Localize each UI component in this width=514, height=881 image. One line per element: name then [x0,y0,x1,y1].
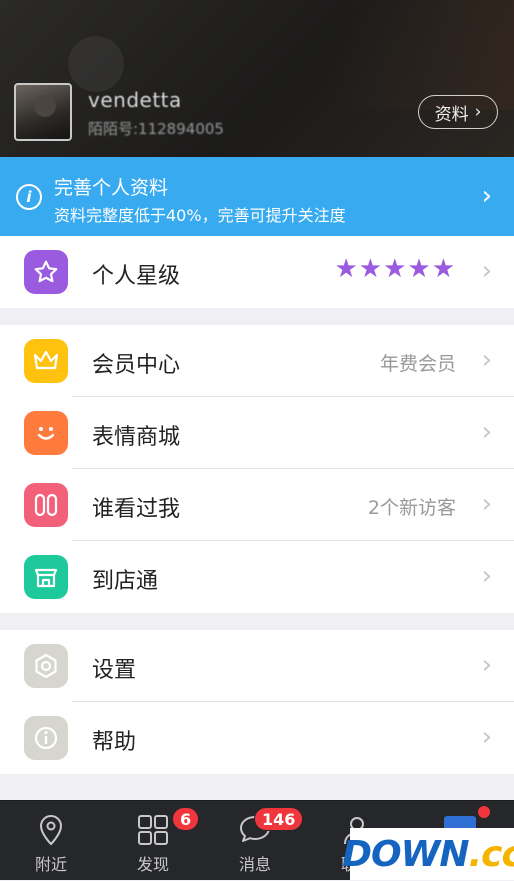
menu-item-label: 个人星级 [92,264,181,289]
info-icon [24,716,68,760]
menu-group-rating: 个人星级 ★★★★★ › [0,236,514,308]
rating-stars: ★★★★★ [334,254,456,284]
chevron-right-icon: › [481,489,492,519]
chevron-right-icon: › [481,417,492,447]
profile-header: vendetta 陌陌号:112894005 资料 › [0,0,514,157]
chevron-right-icon: › [481,722,492,752]
banner-subtitle: 资料完整度低于40%，完善可提升关注度 [54,206,346,225]
account-number: 陌陌号:112894005 [88,120,224,138]
tab-label: 发现 [136,855,169,874]
star-icon [24,250,68,294]
menu-item-visitors[interactable]: 谁看过我 2个新访客 › [0,469,514,541]
watermark-suffix: .cc [468,833,514,875]
background-decoration [330,0,514,110]
info-icon: i [16,184,42,210]
watermark-text: DOWN [342,833,469,875]
menu-item-label: 会员中心 [92,353,181,378]
gear-icon [24,644,68,688]
tab-nearby[interactable]: 附近 [0,801,102,881]
menu-item-label: 谁看过我 [92,497,181,522]
menu-item-label: 设置 [92,658,137,683]
profile-button[interactable]: 资料 › [418,95,498,129]
chevron-right-icon: › [481,650,492,680]
store-icon [24,555,68,599]
location-pin-icon [39,815,63,846]
menu-item-rating[interactable]: 个人星级 ★★★★★ › [0,236,514,308]
background-decoration [68,36,124,92]
tab-label: 消息 [238,855,271,874]
menu-item-member-center[interactable]: 会员中心 年费会员 › [0,325,514,397]
chevron-right-icon: › [481,181,492,211]
chevron-right-icon: › [474,102,482,122]
menu-item-help[interactable]: 帮助 › [0,702,514,774]
crown-icon [24,339,68,383]
discover-badge: 6 [172,807,200,831]
avatar[interactable] [14,83,72,141]
username: vendetta [88,88,182,112]
chevron-right-icon: › [481,345,492,375]
complete-profile-banner[interactable]: i 完善个人资料 资料完整度低于40%，完善可提升关注度 › [0,157,514,236]
new-visitors-count: 2个新访客 [367,497,456,519]
menu-item-label: 帮助 [92,730,137,755]
menu-item-store-pass[interactable]: 到店通 › [0,541,514,613]
menu-item-sticker-store[interactable]: 表情商城 › [0,397,514,469]
menu-item-settings[interactable]: 设置 › [0,630,514,702]
grid-icon [138,815,168,845]
notification-dot [478,806,490,818]
menu-item-label: 表情商城 [92,425,181,450]
smiley-icon [24,411,68,455]
banner-title: 完善个人资料 [54,177,169,199]
tab-label: 附近 [34,855,67,874]
footprints-icon [24,483,68,527]
profile-button-label: 资料 [434,104,469,125]
menu-item-label: 到店通 [92,569,159,594]
menu-group-system: 设置 › 帮助 › [0,630,514,774]
watermark-logo: DOWN.cc [342,828,514,880]
messages-badge: 146 [254,807,304,831]
chevron-right-icon: › [481,561,492,591]
menu-group-services: 会员中心 年费会员 › 表情商城 › 谁看过我 2个新访客 › 到店通 › [0,325,514,613]
membership-status: 年费会员 [379,353,456,375]
chevron-right-icon: › [481,256,492,286]
